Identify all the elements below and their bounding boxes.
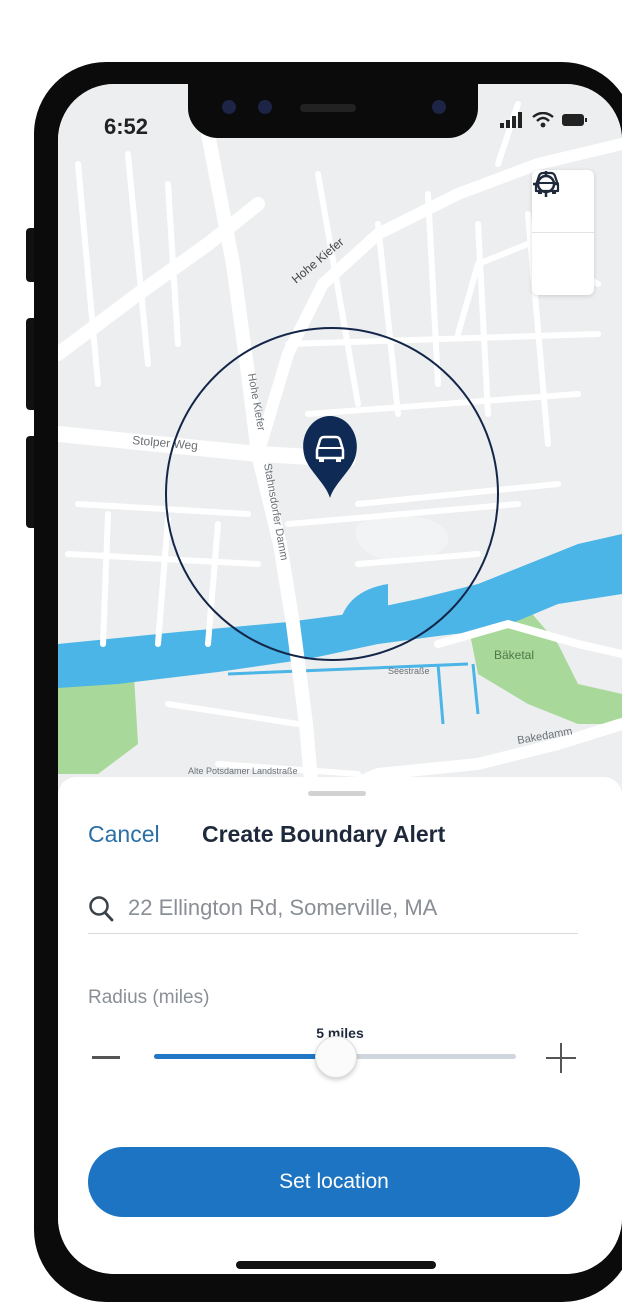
map-view[interactable]: Stolper Weg Hohe Kiefer Hohe Kiefer Stah… [58, 84, 622, 804]
status-time: 6:52 [104, 114, 149, 139]
camera-dot [222, 100, 236, 114]
sheet-title: Create Boundary Alert [202, 821, 446, 847]
speaker-grille [300, 104, 356, 112]
increase-radius-button[interactable] [546, 1043, 576, 1073]
map-label-baketal: Bäketal [494, 648, 534, 662]
radius-slider-fill [154, 1054, 335, 1059]
radius-label: Radius (miles) [88, 987, 210, 1008]
map-label-seestrasse: Seestraße [388, 666, 430, 676]
search-icon [89, 896, 114, 922]
screen: Stolper Weg Hohe Kiefer Hohe Kiefer Stah… [58, 84, 622, 1274]
cancel-button[interactable]: Cancel [88, 821, 160, 848]
set-location-button[interactable]: Set location [88, 1147, 580, 1217]
notch [188, 84, 478, 138]
vehicle-location-button[interactable] [532, 171, 594, 295]
camera-dot [258, 100, 272, 114]
car-icon [534, 171, 560, 194]
battery-icon [562, 114, 587, 126]
signal-icon [500, 112, 522, 128]
wifi-icon [532, 112, 554, 128]
decrease-radius-button[interactable] [92, 1056, 120, 1059]
home-indicator [236, 1261, 436, 1269]
address-search-value: 22 Ellington Rd, Somerville, MA [128, 895, 438, 920]
camera-dot [432, 100, 446, 114]
radius-slider[interactable] [154, 1036, 516, 1078]
status-icons [500, 112, 588, 128]
car-icon [303, 416, 357, 498]
address-search-field[interactable]: 22 Ellington Rd, Somerville, MA [88, 887, 578, 934]
sheet-drag-handle[interactable] [308, 791, 366, 796]
boundary-alert-sheet: Cancel Create Boundary Alert 22 Ellingto… [58, 777, 622, 1274]
map-controls [532, 170, 594, 295]
radius-slider-thumb[interactable] [315, 1036, 357, 1078]
map-label-landstrasse: Alte Potsdamer Landstraße [188, 766, 298, 776]
